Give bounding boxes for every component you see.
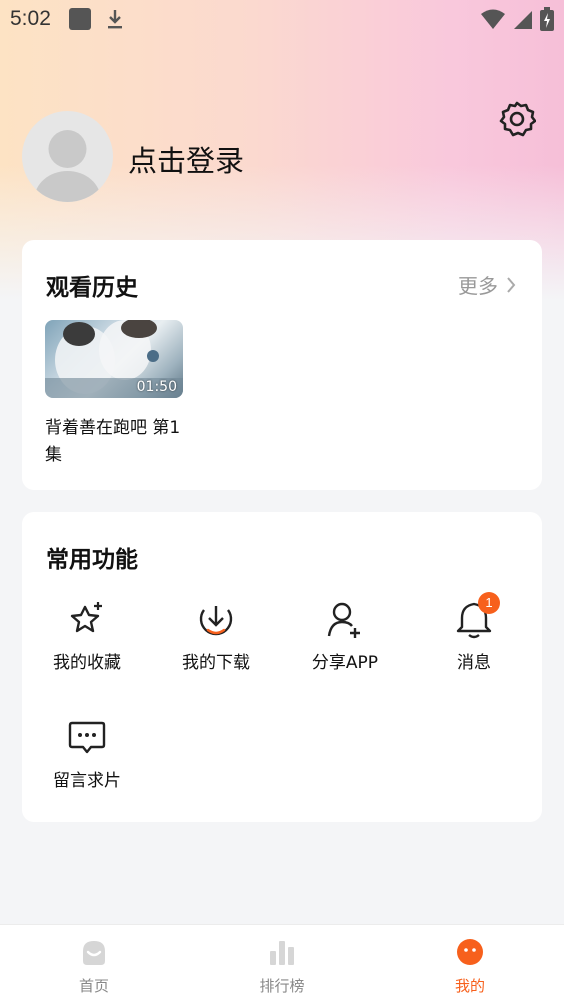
tab-home-label: 首页 xyxy=(78,977,109,995)
app-notification-icon xyxy=(68,8,91,30)
login-link[interactable]: 点击登录 xyxy=(128,138,244,180)
chart-icon xyxy=(270,941,294,965)
home-icon xyxy=(83,941,105,965)
request-movie-button[interactable]: 留言求片 xyxy=(32,718,142,791)
tab-profile[interactable]: 我的 xyxy=(376,925,564,1004)
chevron-right-icon xyxy=(507,276,516,293)
more-label: 更多 xyxy=(458,274,498,298)
download-icon xyxy=(199,606,233,636)
avatar[interactable] xyxy=(22,111,113,202)
star-icon xyxy=(70,602,102,633)
watch-history-title: 观看历史 xyxy=(46,275,138,301)
video-duration: 01:50 xyxy=(136,379,177,395)
share-app-label: 分享APP xyxy=(311,653,379,673)
common-functions-title: 常用功能 xyxy=(46,547,138,573)
watch-history-card: 观看历史 更多 01:50 背着善在跑吧 第1集 xyxy=(22,240,542,490)
tab-profile-label: 我的 xyxy=(454,977,485,995)
bottom-tab-bar: 首页 排行榜 我的 xyxy=(0,924,564,1004)
tab-ranking[interactable]: 排行榜 xyxy=(188,925,376,1004)
add-user-icon xyxy=(327,602,360,638)
notification-badge: 1 xyxy=(478,592,500,614)
message-icon xyxy=(68,721,106,754)
profile-icon xyxy=(457,939,483,965)
history-thumbnail[interactable]: 01:50 xyxy=(45,320,183,398)
downloads-label: 我的下载 xyxy=(182,653,250,673)
messages-button[interactable]: 1 消息 xyxy=(419,592,529,673)
common-functions-card: 常用功能 我的收藏 我的下载 分享APP 1 消息 留言求片 xyxy=(22,512,542,822)
messages-label: 消息 xyxy=(457,653,491,673)
settings-gear-icon[interactable] xyxy=(498,100,536,138)
favorites-button[interactable]: 我的收藏 xyxy=(32,600,142,673)
history-item-title[interactable]: 背着善在跑吧 第1集 xyxy=(45,415,185,469)
status-bar: 5:02 xyxy=(0,0,564,38)
default-avatar-icon xyxy=(34,130,101,202)
request-movie-label: 留言求片 xyxy=(53,771,121,791)
status-time: 5:02 xyxy=(10,7,51,30)
tab-ranking-label: 排行榜 xyxy=(259,977,305,995)
download-notification-icon xyxy=(107,10,122,29)
battery-icon xyxy=(540,7,554,31)
bell-icon-wrapper: 1 xyxy=(454,592,500,640)
share-app-button[interactable]: 分享APP xyxy=(290,600,400,673)
signal-icon xyxy=(514,11,532,29)
favorites-label: 我的收藏 xyxy=(53,653,121,673)
wifi-icon xyxy=(481,9,505,29)
history-more-link[interactable]: 更多 xyxy=(458,270,516,299)
tab-home[interactable]: 首页 xyxy=(0,925,188,1004)
downloads-button[interactable]: 我的下载 xyxy=(161,600,271,673)
